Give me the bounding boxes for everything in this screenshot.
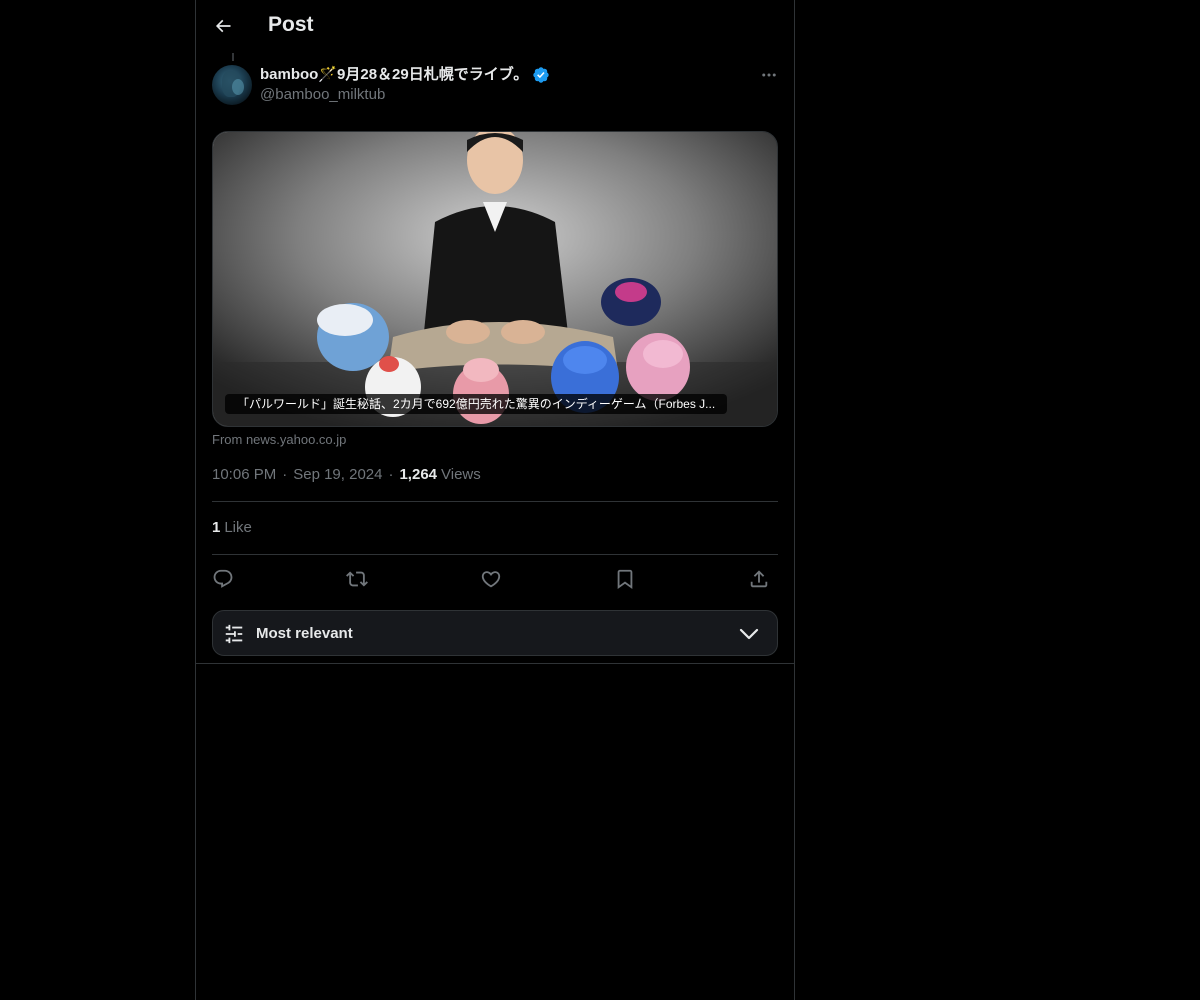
back-button[interactable]: [206, 9, 240, 43]
like-button[interactable]: [478, 566, 504, 592]
likes-count: 1: [212, 519, 221, 536]
heart-icon: [481, 571, 501, 588]
sort-replies-dropdown[interactable]: Most relevant: [212, 610, 778, 656]
repost-icon: [346, 571, 368, 587]
chevron-down-icon: [739, 628, 759, 640]
likes-link[interactable]: 1 Like: [212, 519, 252, 536]
sliders-icon: [225, 624, 243, 644]
section-bottom-border: [196, 663, 794, 664]
card-image: [213, 132, 777, 426]
bookmark-icon: [617, 569, 633, 590]
post-time[interactable]: 10:06 PM: [212, 466, 276, 483]
meta-separator: ·: [282, 466, 288, 483]
verified-badge-icon: [533, 67, 549, 83]
share-button[interactable]: [746, 566, 772, 592]
more-horizontal-icon: [762, 73, 776, 77]
reply-icon: [213, 569, 233, 588]
bookmark-button[interactable]: [612, 566, 638, 592]
page-title: Post: [268, 13, 314, 36]
card-source[interactable]: From news.yahoo.co.jp: [212, 432, 346, 447]
post-header: Post: [196, 0, 794, 53]
arrow-left-icon: [215, 19, 231, 33]
meta-separator: ·: [388, 466, 394, 483]
author-handle[interactable]: @bamboo_milktub: [260, 86, 385, 103]
author-display-name[interactable]: bamboo🪄9月28＆29日札幌でライブ。: [260, 65, 550, 85]
card-caption: 「パルワールド」誕生秘話、2カ月で692億円売れた驚異のインディーゲーム（For…: [225, 394, 728, 414]
post-meta: 10:06 PM · Sep 19, 2024 · 1,264 Views: [212, 466, 481, 483]
thread-line: [232, 53, 234, 61]
author-name-text: bamboo🪄9月28＆29日札幌でライブ。: [260, 66, 529, 83]
share-icon: [750, 570, 768, 588]
divider: [212, 501, 778, 502]
link-card[interactable]: 「パルワールド」誕生秘話、2カ月で692億円売れた驚異のインディーゲーム（For…: [212, 131, 778, 427]
likes-label: Like: [224, 519, 252, 536]
repost-button[interactable]: [344, 566, 370, 592]
avatar[interactable]: [212, 65, 252, 105]
more-button[interactable]: [756, 62, 782, 88]
views-label: Views: [441, 466, 481, 483]
post-date[interactable]: Sep 19, 2024: [293, 466, 382, 483]
action-bar: [212, 564, 778, 594]
divider: [212, 554, 778, 555]
views-count: 1,264: [399, 466, 438, 483]
reply-button[interactable]: [210, 566, 236, 592]
sort-label: Most relevant: [256, 625, 353, 642]
post-column: Post bamboo🪄9月28＆29日札幌でライブ。 @bamboo_milk…: [195, 0, 795, 1000]
